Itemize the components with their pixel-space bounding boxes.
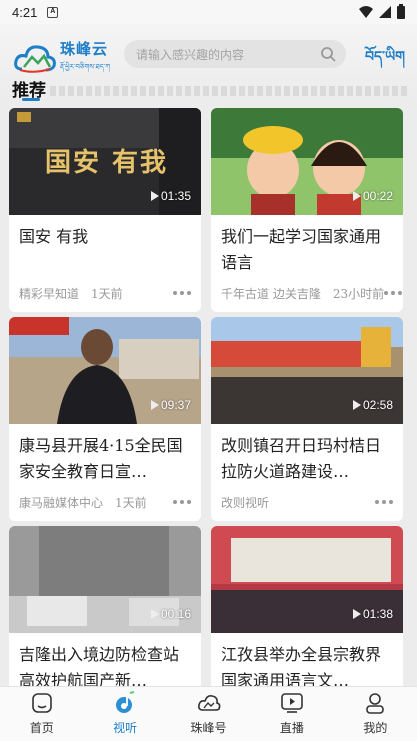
nav-label: 视听 (113, 721, 138, 735)
wifi-icon (359, 6, 373, 18)
video-duration: 00:22 (352, 189, 393, 203)
app-logo[interactable]: 珠峰云 རྡོ་ཕྱིར་བཅིགས་ཐད་ཀ (14, 38, 110, 79)
video-feed[interactable]: 国安 有我 01:35 国安 有我 精彩早知道 1天前 00:22 我们一起学习 (0, 102, 417, 686)
play-icon (352, 609, 361, 619)
language-switch-button[interactable]: བོད་ཡིག (365, 40, 405, 80)
video-thumbnail[interactable]: 00:16 (9, 526, 201, 633)
video-thumbnail[interactable]: 00:22 (211, 108, 403, 215)
play-icon (352, 400, 361, 410)
video-source: 精彩早知道 (19, 286, 80, 301)
video-card[interactable]: 09:37 康马县开展4·15全民国家安全教育日宣… 康马融媒体中心 1天前 (9, 317, 201, 521)
music-note-icon (116, 691, 135, 713)
search-bar[interactable]: 请输入感兴趣的内容 (124, 40, 346, 68)
nav-live[interactable]: 直播 (250, 687, 333, 741)
video-thumbnail[interactable]: 02:58 (211, 317, 403, 424)
home-icon (31, 693, 52, 713)
play-icon (150, 191, 159, 201)
play-icon (150, 609, 159, 619)
video-duration: 01:38 (352, 607, 393, 621)
more-options-icon[interactable] (375, 496, 393, 508)
video-title[interactable]: 我们一起学习国家通用语言 (211, 215, 403, 277)
cloud-icon (197, 695, 220, 711)
section-underline (22, 98, 40, 101)
status-bar: 4:21 A (0, 0, 417, 24)
video-title[interactable]: 康马县开展4·15全民国家安全教育日宣… (9, 424, 201, 486)
video-title[interactable]: 国安 有我 (9, 215, 201, 277)
video-source: 康马融媒体中心 (19, 495, 104, 510)
nav-label: 首页 (29, 721, 54, 735)
nav-label: 我的 (363, 721, 388, 735)
thumbnail-title: 国安 有我 (45, 148, 169, 178)
video-meta: 康马融媒体中心 1天前 (9, 486, 201, 512)
video-time: 1天前 (115, 495, 147, 510)
profile-icon (366, 693, 385, 714)
video-duration: 01:35 (150, 189, 191, 203)
nav-zhufeng-account[interactable]: 珠峰号 (167, 687, 250, 741)
video-duration: 09:37 (150, 398, 191, 412)
clock: 4:21 (12, 4, 38, 20)
search-input[interactable]: 请输入感兴趣的内容 (136, 46, 320, 63)
video-card[interactable]: 01:38 江孜县举办全县宗教界国家通用语言文… (211, 526, 403, 686)
search-icon[interactable] (320, 46, 336, 62)
more-options-icon[interactable] (173, 287, 191, 299)
video-time: 23小时前 (332, 286, 385, 301)
video-thumbnail[interactable]: 09:37 (9, 317, 201, 424)
video-meta: 千年古道 边关吉隆 23小时前 (211, 277, 403, 303)
nav-audiovisual[interactable]: 视听 (83, 687, 166, 741)
logo-chinese-text: 珠峰云 (60, 40, 109, 58)
video-meta: 精彩早知道 1天前 (9, 277, 201, 303)
play-icon (150, 400, 159, 410)
video-source: 改则视听 (221, 495, 270, 510)
video-card[interactable]: 02:58 改则镇召开日玛村桔日拉防火道路建设… 改则视听 (211, 317, 403, 521)
notification-icon: A (47, 6, 59, 18)
video-title[interactable]: 江孜县举办全县宗教界国家通用语言文… (211, 633, 403, 686)
video-title[interactable]: 吉隆出入境边防检查站高效护航国产新… (9, 633, 201, 686)
bottom-navigation: 首页 视听 珠峰号 直播 我的 (0, 686, 417, 741)
video-card[interactable]: 国安 有我 01:35 国安 有我 精彩早知道 1天前 (9, 108, 201, 312)
video-thumbnail[interactable]: 国安 有我 01:35 (9, 108, 201, 215)
video-meta: 改则视听 (211, 486, 403, 512)
video-card[interactable]: 00:16 吉隆出入境边防检查站高效护航国产新… (9, 526, 201, 686)
decorative-pattern (50, 86, 410, 96)
video-duration: 02:58 (352, 398, 393, 412)
nav-label: 珠峰号 (190, 721, 227, 735)
logo-tibetan-text: རྡོ་ཕྱིར་བཅིགས་ཐད་ཀ (60, 63, 111, 71)
live-play-icon (281, 693, 303, 713)
video-source: 千年古道 边关吉隆 (221, 286, 321, 301)
more-options-icon[interactable] (173, 496, 191, 508)
video-time: 1天前 (91, 286, 123, 301)
nav-profile[interactable]: 我的 (334, 687, 417, 741)
play-icon (352, 191, 361, 201)
signal-icon (379, 6, 391, 18)
logo-cloud-icon (14, 44, 56, 73)
more-options-icon[interactable] (384, 287, 403, 299)
video-thumbnail[interactable]: 01:38 (211, 526, 403, 633)
app-header: 珠峰云 རྡོ་ཕྱིར་བཅིགས་ཐད་ཀ 请输入感兴趣的内容 བོད་ཡི… (0, 24, 417, 102)
battery-icon (397, 3, 405, 19)
video-title[interactable]: 改则镇召开日玛村桔日拉防火道路建设… (211, 424, 403, 486)
nav-label: 直播 (279, 721, 304, 735)
nav-home[interactable]: 首页 (0, 687, 83, 741)
video-card[interactable]: 00:22 我们一起学习国家通用语言 千年古道 边关吉隆 23小时前 (211, 108, 403, 312)
video-duration: 00:16 (150, 607, 191, 621)
